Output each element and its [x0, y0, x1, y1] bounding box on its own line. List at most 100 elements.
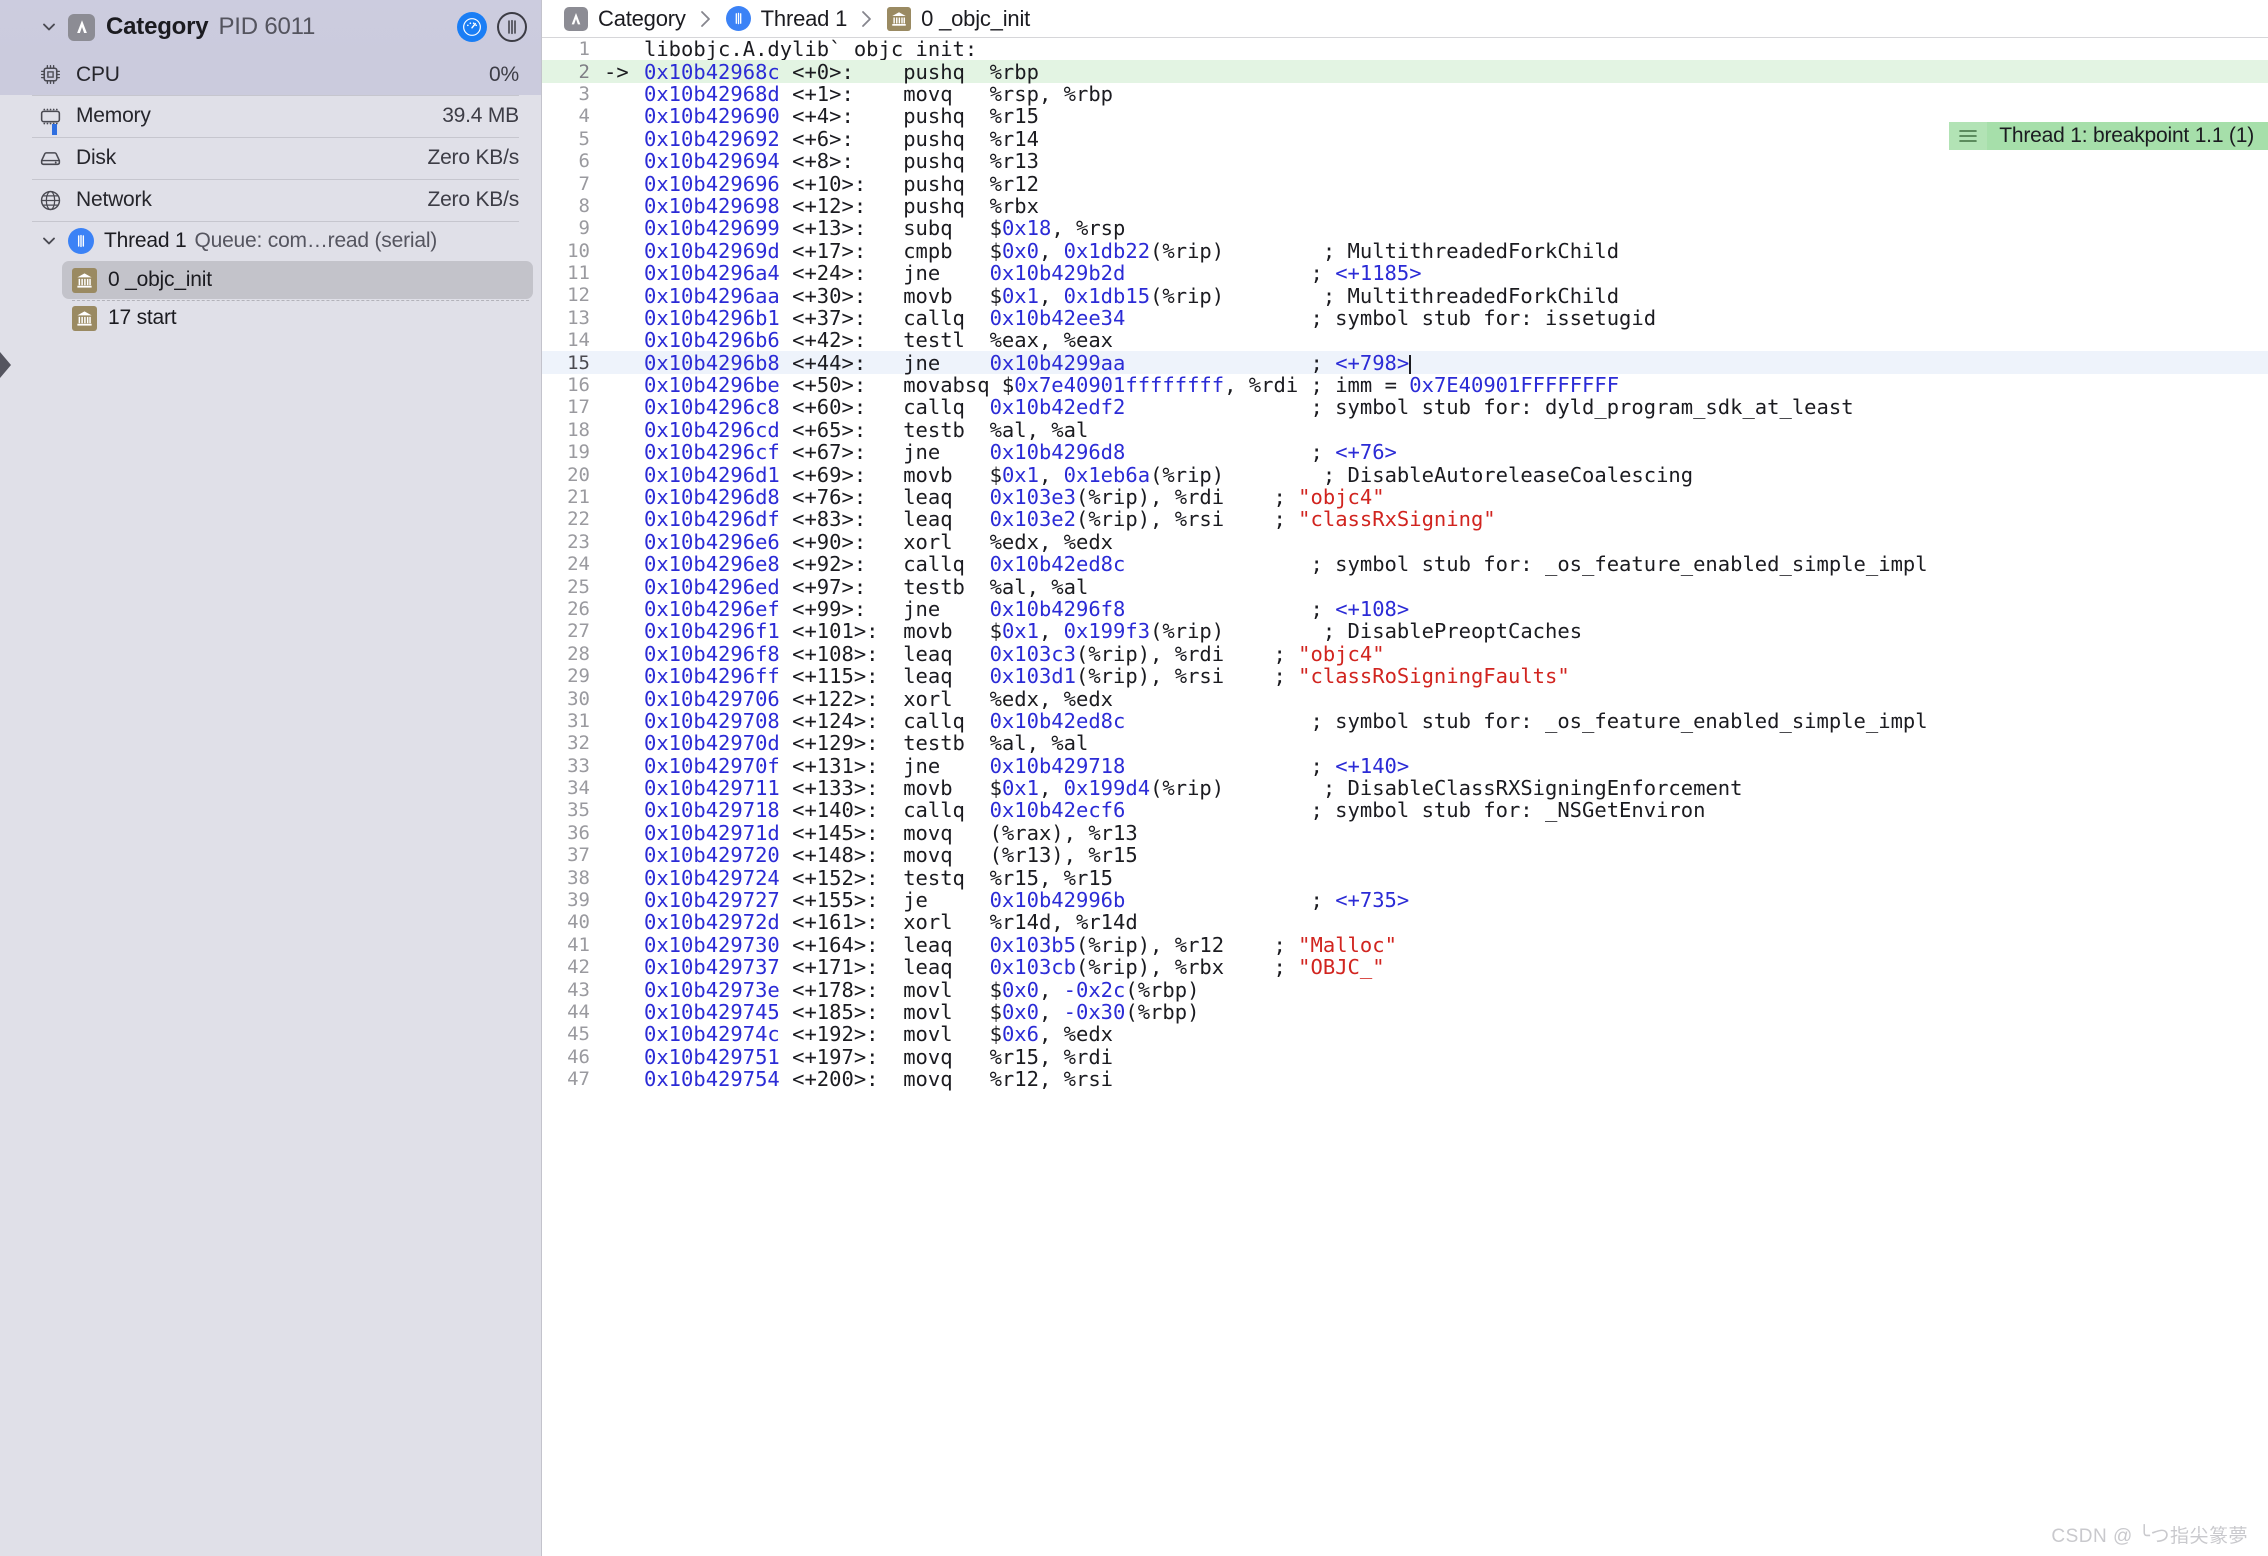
- process-gauge-header[interactable]: Category PID 6011: [0, 0, 541, 54]
- chevron-down-icon[interactable]: [38, 230, 60, 252]
- gauge-row-disk[interactable]: Disk Zero KB/s: [0, 137, 541, 179]
- thread-icon: [725, 6, 751, 31]
- line-number: 16: [567, 374, 590, 397]
- debug-navigator-sidebar: Category PID 6011 CPU 0% Memory 39.4 MB …: [0, 0, 542, 1556]
- list-lines-icon[interactable]: [1949, 122, 1988, 150]
- thread-row[interactable]: Thread 1 Queue: com…read (serial): [0, 221, 541, 261]
- breadcrumb-label: Thread 1: [760, 5, 848, 31]
- line-number: 8: [578, 194, 590, 217]
- breadcrumb-item-process[interactable]: Category: [564, 6, 686, 32]
- code-line[interactable]: 26 0x10b4296ef <+99>: jne 0x10b4296f8 ; <…: [542, 597, 2268, 621]
- code-line[interactable]: 1 libobjc.A.dylib`_objc_init:: [542, 38, 2268, 61]
- line-number: 39: [567, 889, 590, 912]
- thread-name: Thread 1: [104, 229, 187, 252]
- code-line[interactable]: 2 -> 0x10b42968c <+0>: pushq %rbp: [542, 60, 2268, 84]
- code-line[interactable]: 22 0x10b4296df <+83>: leaq 0x103e2(%rip),…: [542, 507, 2268, 532]
- code-text: 0x10b4296f8 <+108>: leaq 0x103c3(%rip), …: [644, 641, 1385, 666]
- frame-icon: [887, 6, 912, 31]
- cpu-report-icon[interactable]: [497, 12, 527, 42]
- code-line[interactable]: 37 0x10b429720 <+148>: movq (%r13), %r15: [542, 843, 2268, 867]
- line-number: 10: [567, 239, 590, 262]
- code-text: 0x10b4296df <+83>: leaq 0x103e2(%rip), %…: [644, 507, 1496, 532]
- code-line[interactable]: 24 0x10b4296e8 <+92>: callq 0x10b42ed8c ;…: [542, 552, 2268, 577]
- code-line[interactable]: 12 0x10b4296aa <+30>: movb $0x1, 0x1db15(…: [542, 283, 2268, 308]
- code-line[interactable]: 20 0x10b4296d1 <+69>: movb $0x1, 0x1eb6a(…: [542, 463, 2268, 487]
- code-line[interactable]: 7 0x10b429696 <+10>: pushq %r12: [542, 172, 2268, 196]
- code-line[interactable]: 41 0x10b429730 <+164>: leaq 0x103b5(%rip)…: [542, 932, 2268, 957]
- gauge-row-memory[interactable]: Memory 39.4 MB: [0, 95, 541, 137]
- code-line[interactable]: 32 0x10b42970d <+129>: testb %al, %al: [542, 731, 2268, 755]
- breadcrumb: Category Thread 1 0 _objc_init: [542, 0, 2268, 38]
- code-line[interactable]: 40 0x10b42972d <+161>: xorl %r14d, %r14d: [542, 910, 2268, 934]
- code-text: 0x10b42968d <+1>: movq %rsp, %rbp: [644, 81, 1114, 106]
- line-number: 30: [567, 687, 590, 710]
- code-line[interactable]: 43 0x10b42973e <+178>: movl $0x0, -0x2c(%…: [542, 978, 2268, 1002]
- code-line[interactable]: 11 0x10b4296a4 <+24>: jne 0x10b429b2d ; <…: [542, 261, 2268, 286]
- code-line[interactable]: 21 0x10b4296d8 <+76>: leaq 0x103e3(%rip),…: [542, 485, 2268, 510]
- code-line[interactable]: 30 0x10b429706 <+122>: xorl %edx, %edx: [542, 687, 2268, 711]
- assembly-source-editor[interactable]: 1 libobjc.A.dylib`_objc_init: 2 -> 0x10b4296…: [542, 38, 2268, 1556]
- code-text: 0x10b4296a4 <+24>: jne 0x10b429b2d ; <+1…: [644, 261, 1422, 286]
- code-line[interactable]: 44 0x10b429745 <+185>: movl $0x0, -0x30(%…: [542, 1000, 2268, 1024]
- code-line[interactable]: 47 0x10b429754 <+200>: movq %r12, %rsi: [542, 1067, 2268, 1091]
- code-line[interactable]: 31 0x10b429708 <+124>: callq 0x10b42ed8c …: [542, 709, 2268, 733]
- code-line[interactable]: 13 0x10b4296b1 <+37>: callq 0x10b42ee34 ;…: [542, 306, 2268, 330]
- selection-pointer-icon: [0, 349, 14, 381]
- code-line[interactable]: 14 0x10b4296b6 <+42>: testl %eax, %eax: [542, 328, 2268, 352]
- gauges-info-icon[interactable]: [457, 12, 487, 42]
- line-number: 11: [567, 262, 590, 285]
- code-line[interactable]: 34 0x10b429711 <+133>: movb $0x1, 0x199d4…: [542, 776, 2268, 800]
- code-line[interactable]: 35 0x10b429718 <+140>: callq 0x10b42ecf6 …: [542, 798, 2268, 822]
- gauge-label-memory: Memory: [76, 104, 151, 127]
- line-number: 17: [567, 396, 590, 419]
- code-text: 0x10b4296d8 <+76>: leaq 0x103e3(%rip), %…: [644, 485, 1385, 510]
- process-name: Category: [106, 13, 209, 40]
- code-line[interactable]: 39 0x10b429727 <+155>: je 0x10b42996b ; <…: [542, 888, 2268, 912]
- code-line[interactable]: 18 0x10b4296cd <+65>: testb %al, %al: [542, 418, 2268, 442]
- breadcrumb-item-thread[interactable]: Thread 1: [725, 5, 848, 32]
- code-text: 0x10b4296aa <+30>: movb $0x1, 0x1db15(%r…: [644, 283, 1620, 308]
- line-number: 14: [567, 329, 590, 352]
- code-line[interactable]: 38 0x10b429724 <+152>: testq %r15, %r15: [542, 866, 2268, 890]
- code-text: 0x10b429745 <+185>: movl $0x0, -0x30(%rb…: [644, 1000, 1200, 1024]
- code-line[interactable]: 15 0x10b4296b8 <+44>: jne 0x10b4299aa ; <…: [542, 351, 2268, 375]
- code-line[interactable]: 28 0x10b4296f8 <+108>: leaq 0x103c3(%rip)…: [542, 641, 2268, 666]
- code-line[interactable]: 36 0x10b42971d <+145>: movq (%rax), %r13: [542, 821, 2268, 845]
- code-line[interactable]: 9 0x10b429699 <+13>: subq $0x18, %rsp: [542, 216, 2268, 240]
- line-number: 31: [567, 709, 590, 732]
- code-line[interactable]: 3 0x10b42968d <+1>: movq %rsp, %rbp: [542, 81, 2268, 106]
- breadcrumb-item-frame[interactable]: 0 _objc_init: [887, 6, 1030, 32]
- gauge-row-network[interactable]: Network Zero KB/s: [0, 179, 541, 221]
- code-line[interactable]: 27 0x10b4296f1 <+101>: movb $0x1, 0x199f3…: [542, 619, 2268, 644]
- gauge-label-cpu: CPU: [76, 62, 120, 86]
- code-line[interactable]: 42 0x10b429737 <+171>: leaq 0x103cb(%rip)…: [542, 955, 2268, 979]
- chevron-down-icon[interactable]: [38, 16, 60, 38]
- gauge-row-cpu[interactable]: CPU 0%: [0, 54, 541, 95]
- code-line[interactable]: 29 0x10b4296ff <+115>: leaq 0x103d1(%rip)…: [542, 664, 2268, 688]
- code-line[interactable]: 17 0x10b4296c8 <+60>: callq 0x10b42edf2 ;…: [542, 395, 2268, 419]
- code-line[interactable]: 6 0x10b429694 <+8>: pushq %r13: [542, 149, 2268, 173]
- code-line[interactable]: 33 0x10b42970f <+131>: jne 0x10b429718 ; …: [542, 754, 2268, 778]
- line-number: 46: [567, 1045, 590, 1068]
- line-number: 3: [578, 82, 590, 105]
- code-line[interactable]: 25 0x10b4296ed <+97>: testb %al, %al: [542, 575, 2268, 599]
- code-text: 0x10b429730 <+164>: leaq 0x103b5(%rip), …: [644, 932, 1397, 957]
- code-text: 0x10b42969d <+17>: cmpb $0x0, 0x1db22(%r…: [644, 238, 1620, 263]
- code-line[interactable]: 23 0x10b4296e6 <+90>: xorl %edx, %edx: [542, 530, 2268, 554]
- code-text: 0x10b4296f1 <+101>: movb $0x1, 0x199f3(%…: [644, 619, 1583, 644]
- code-line[interactable]: 46 0x10b429751 <+197>: movq %r15, %rdi: [542, 1045, 2268, 1069]
- line-number: 15: [567, 351, 590, 374]
- code-line[interactable]: 10 0x10b42969d <+17>: cmpb $0x0, 0x1db22(…: [542, 238, 2268, 263]
- code-line[interactable]: 16 0x10b4296be <+50>: movabsq $0x7e40901f…: [542, 373, 2268, 397]
- stack-frame-0-objc-init[interactable]: 0 _objc_init: [62, 261, 533, 301]
- network-icon: [38, 188, 68, 213]
- breakpoint-annotation-badge[interactable]: Thread 1: breakpoint 1.1 (1): [1949, 122, 2268, 150]
- process-pid: PID 6011: [218, 13, 316, 40]
- code-line[interactable]: 19 0x10b4296cf <+67>: jne 0x10b4296d8 ; <…: [542, 440, 2268, 464]
- code-line[interactable]: 45 0x10b42974c <+192>: movl $0x6, %edx: [542, 1022, 2268, 1046]
- stack-frame-17-start[interactable]: 17 start: [62, 299, 533, 337]
- code-text: 0x10b4296e8 <+92>: callq 0x10b42ed8c ; s…: [644, 552, 1928, 577]
- code-line[interactable]: 8 0x10b429698 <+12>: pushq %rbx: [542, 194, 2268, 218]
- line-number: 40: [567, 911, 590, 934]
- line-number: 20: [567, 463, 590, 486]
